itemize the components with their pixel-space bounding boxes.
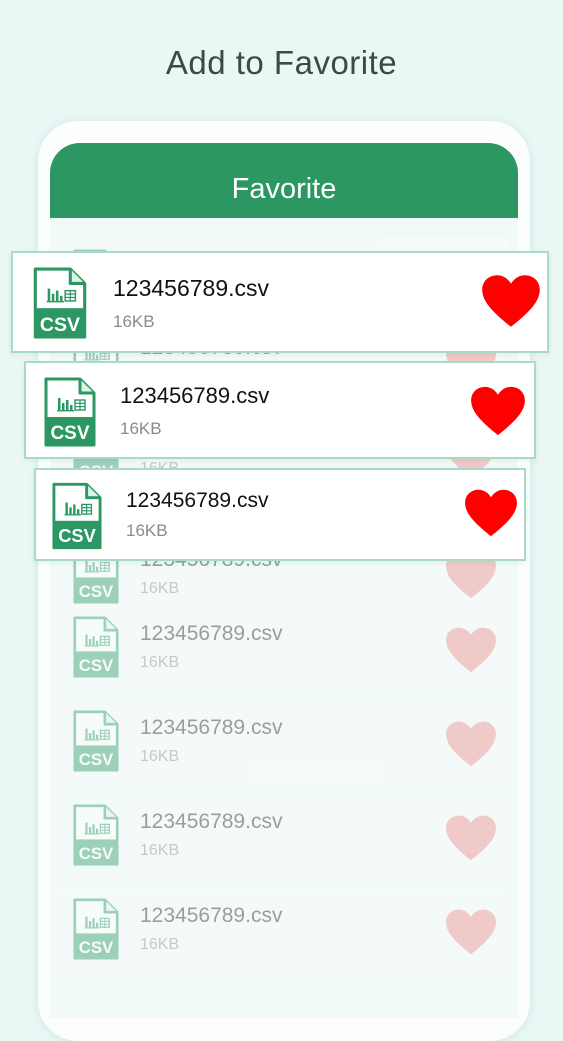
file-size: 16KB [120,419,162,438]
file-name: 123456789.csv [140,810,283,833]
file-type-label: CSV [58,525,96,546]
file-type-label: CSV [50,423,89,444]
file-list-item[interactable]: CSV 123456789.csv 16KB [55,792,509,880]
file-size: 16KB [140,748,180,765]
file-name: 123456789.csv [113,275,270,301]
file-size: 16KB [126,521,168,540]
csv-file-icon: CSV [44,377,96,447]
heart-icon[interactable] [481,273,541,329]
heart-icon[interactable] [445,626,497,674]
file-name: 123456789.csv [126,489,269,512]
csv-file-icon: CSV [73,898,119,960]
file-type-label: CSV [79,656,114,675]
file-size: 16KB [140,936,180,953]
heart-icon[interactable] [464,488,518,538]
file-list-item[interactable]: CSV 123456789.csv 16KB [55,698,509,786]
file-list-item[interactable]: CSV 123456789.csv 16KB [34,468,526,561]
csv-file-icon: CSV [52,482,102,550]
file-name: 123456789.csv [140,622,283,645]
file-size: 16KB [140,654,180,671]
file-list-item[interactable]: CSV 123456789.csv 16KB [11,251,549,353]
file-name: 123456789.csv [140,904,283,927]
heart-icon[interactable] [445,720,497,768]
file-type-label: CSV [40,314,80,336]
heart-icon[interactable] [445,814,497,862]
csv-file-icon: CSV [33,267,87,339]
file-name: 123456789.csv [120,383,270,408]
csv-file-icon: CSV [73,710,119,772]
file-list-item[interactable]: CSV 123456789.csv 16KB [24,361,536,459]
file-list-item[interactable]: CSV 123456789.csv 16KB [55,604,509,692]
file-type-label: CSV [79,844,114,863]
heart-icon[interactable] [445,908,497,956]
promo-headline: Add to Favorite [165,44,398,81]
file-size: 16KB [140,580,180,597]
file-type-label: CSV [79,750,114,769]
app-bar-title: Favorite [50,143,518,218]
file-name: 123456789.csv [140,716,283,739]
file-size: 16KB [140,842,180,859]
file-list-item[interactable]: CSV 123456789.csv 16KB [55,886,509,974]
csv-file-icon: CSV [73,804,119,866]
file-type-label: CSV [79,582,114,601]
file-type-label: CSV [79,938,114,957]
heart-icon[interactable] [470,385,526,437]
file-size: 16KB [113,312,155,331]
csv-file-icon: CSV [73,616,119,678]
